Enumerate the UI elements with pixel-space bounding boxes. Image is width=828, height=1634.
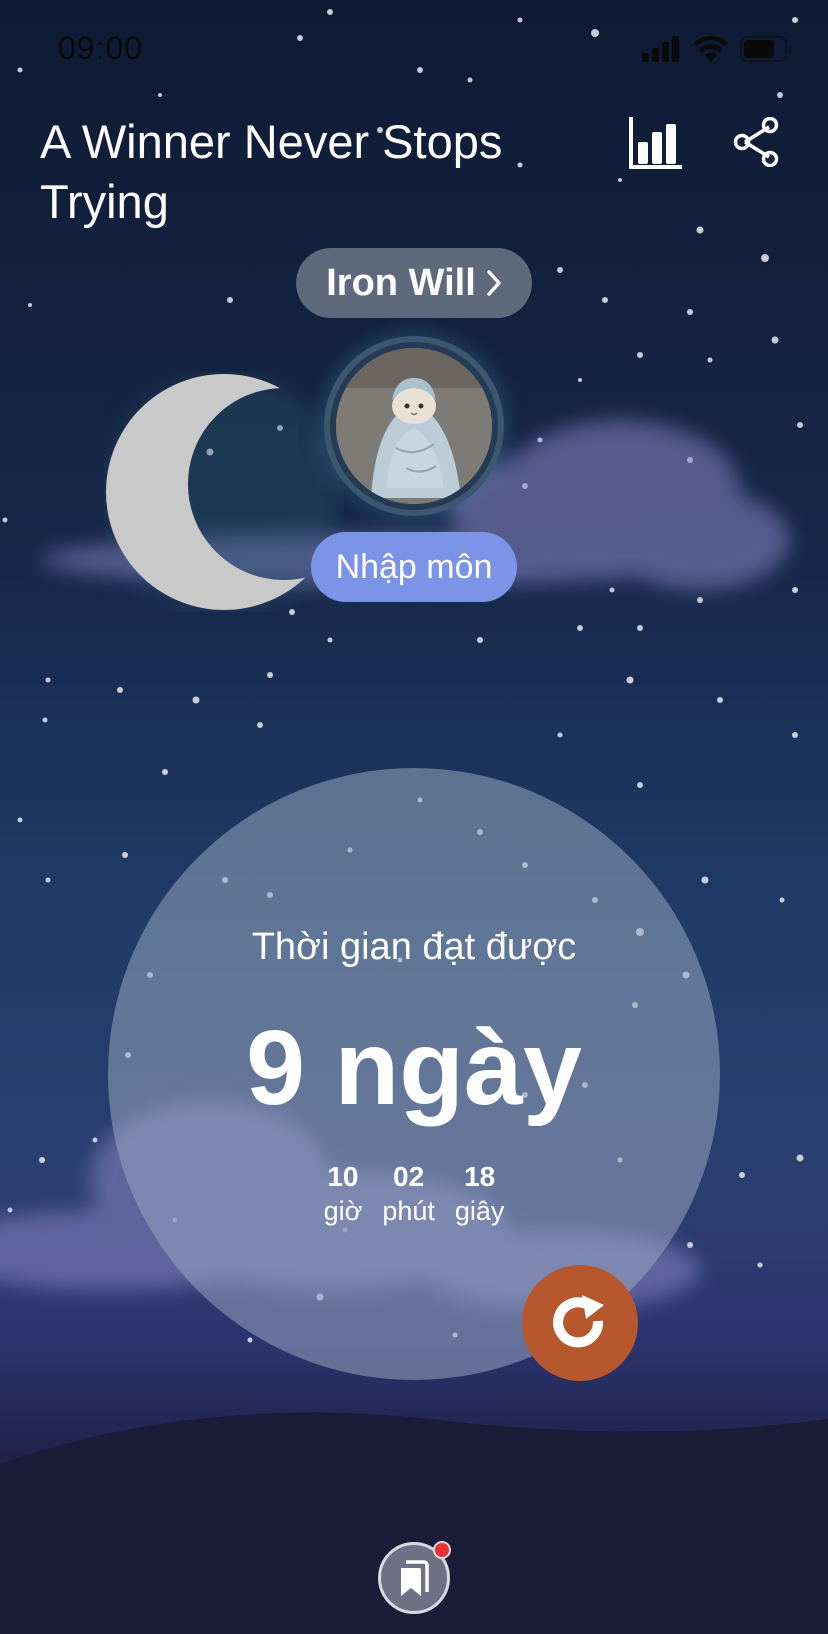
seconds-label: giây <box>454 1196 505 1226</box>
status-time: 09:00 <box>58 30 144 66</box>
battery-icon <box>740 36 791 62</box>
share-icon <box>733 117 779 167</box>
share-button[interactable] <box>728 114 784 170</box>
chevron-right-icon <box>487 270 501 296</box>
notification-dot <box>433 1541 451 1559</box>
page-title: A Winner Never Stops Trying <box>40 115 503 228</box>
timer-card: Thời gian đạt được 9 ngày 10 giờ 02 phút… <box>108 768 720 1380</box>
status-icons <box>642 36 792 62</box>
bookmark-icon <box>401 1560 429 1596</box>
avatar-image <box>336 348 492 504</box>
level-badge[interactable]: Nhập môn <box>311 532 517 602</box>
badge-button[interactable]: Iron Will <box>296 248 532 318</box>
refresh-icon <box>553 1295 604 1348</box>
timer-label: Thời gian đạt được <box>251 926 577 968</box>
wifi-icon <box>694 36 728 62</box>
minutes-label: phút <box>382 1196 435 1226</box>
seconds-unit: 18 giây <box>455 1160 505 1228</box>
stats-button[interactable] <box>628 114 684 170</box>
status-bar: 09:00 <box>0 0 828 100</box>
bookmark-button[interactable] <box>378 1541 451 1614</box>
moon-illustration <box>106 374 342 610</box>
avatar[interactable] <box>324 336 504 516</box>
bar-chart-icon <box>629 117 682 169</box>
timer-days: 9 ngày <box>246 1009 582 1127</box>
seconds-value: 18 <box>464 1161 496 1192</box>
reset-button[interactable] <box>522 1265 638 1381</box>
timer-breakdown: 10 giờ 02 phút 18 giây <box>108 1160 720 1228</box>
badge-label: Iron Will <box>326 261 476 304</box>
minutes-value: 02 <box>393 1161 425 1192</box>
header-actions <box>628 114 784 170</box>
cat-in-blanket-illustration <box>336 348 492 504</box>
minutes-unit: 02 phút <box>382 1160 435 1228</box>
hours-value: 10 <box>327 1161 359 1192</box>
cellular-signal-icon <box>642 36 679 62</box>
hours-label: giờ <box>323 1196 363 1226</box>
hours-unit: 10 giờ <box>324 1160 363 1228</box>
